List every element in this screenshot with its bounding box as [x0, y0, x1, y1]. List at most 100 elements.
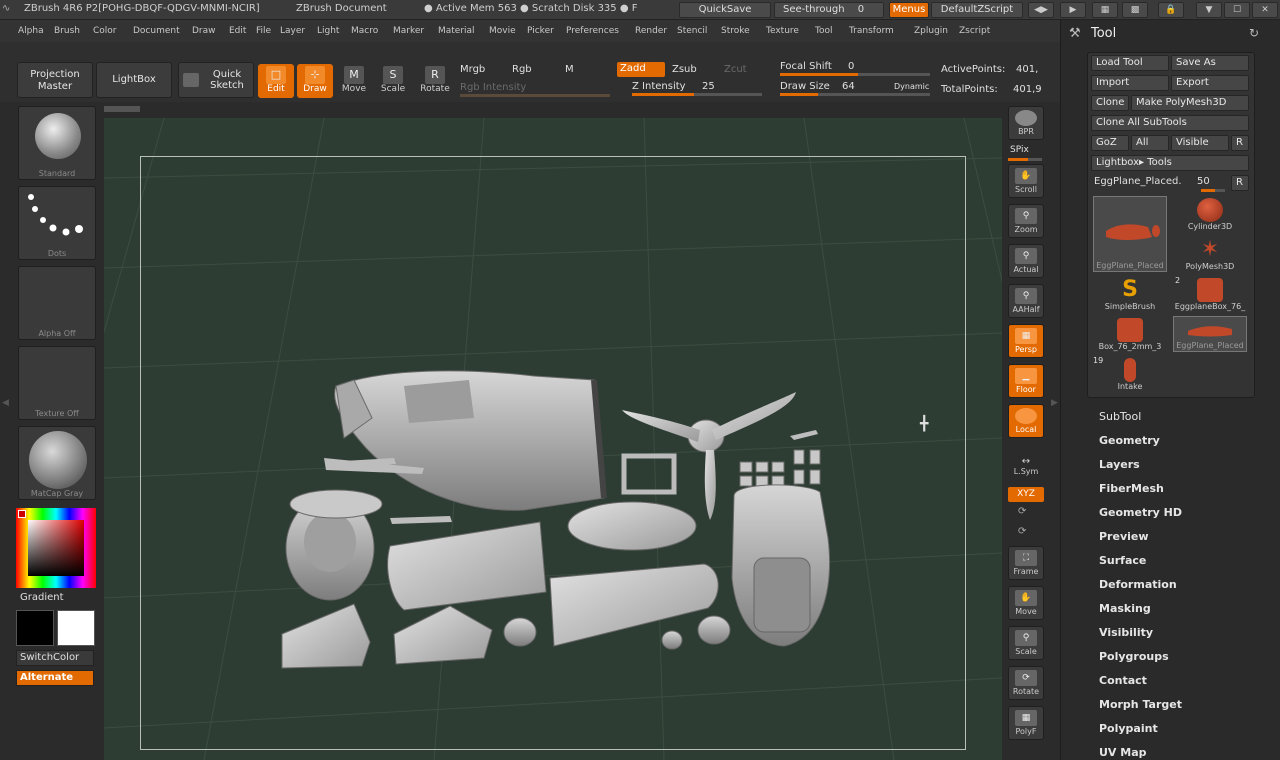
zoom-button[interactable]: ⚲ Zoom	[1008, 204, 1044, 238]
layout-icon[interactable]: ▦	[1092, 2, 1118, 18]
menu-texture[interactable]: Texture	[766, 26, 799, 36]
alternate-button[interactable]: Alternate	[16, 670, 94, 686]
clone-all-subtools-button[interactable]: Clone All SubTools	[1091, 115, 1249, 131]
menu-zplugin[interactable]: Zplugin	[914, 26, 948, 36]
alpha-selector[interactable]: Alpha Off	[18, 266, 96, 340]
make-polymesh3d-button[interactable]: Make PolyMesh3D	[1131, 95, 1249, 111]
gradient-toggle[interactable]: Gradient	[20, 592, 64, 603]
scale-mode-button[interactable]: S Scale	[375, 64, 411, 98]
color-square[interactable]	[28, 520, 84, 576]
floor-button[interactable]: ▁ Floor	[1008, 364, 1044, 398]
draw-size-slider[interactable]: Draw Size 64 Dynamic	[780, 80, 930, 96]
goz-r-button[interactable]: R	[1231, 135, 1249, 151]
move-view-button[interactable]: ✋ Move	[1008, 586, 1044, 620]
section-surface[interactable]: Surface	[1099, 554, 1146, 567]
section-polypaint[interactable]: Polypaint	[1099, 722, 1158, 735]
zcut-toggle[interactable]: Zcut	[724, 64, 747, 75]
zadd-toggle[interactable]: Zadd	[617, 62, 665, 77]
goz-all-button[interactable]: All	[1131, 135, 1169, 151]
goz-visible-button[interactable]: Visible	[1171, 135, 1229, 151]
clone-button[interactable]: Clone	[1091, 95, 1129, 111]
section-layers[interactable]: Layers	[1099, 458, 1140, 471]
bpr-button[interactable]: BPR	[1008, 106, 1044, 140]
menus-button[interactable]: Menus	[889, 2, 929, 18]
lock-icon[interactable]: 🔒	[1158, 2, 1184, 18]
projection-master-button[interactable]: Projection Master	[17, 62, 93, 98]
load-tool-button[interactable]: Load Tool	[1091, 55, 1169, 71]
default-zscript-button[interactable]: DefaultZScript	[931, 2, 1023, 18]
section-masking[interactable]: Masking	[1099, 602, 1151, 615]
menu-file[interactable]: File	[256, 26, 271, 36]
menu-transform[interactable]: Transform	[849, 26, 894, 36]
frame-button[interactable]: ⛶ Frame	[1008, 546, 1044, 580]
menu-document[interactable]: Document	[133, 26, 180, 36]
move-mode-button[interactable]: M Move	[336, 64, 372, 98]
section-polygroups[interactable]: Polygroups	[1099, 650, 1169, 663]
zsub-toggle[interactable]: Zsub	[672, 64, 697, 75]
import-button[interactable]: Import	[1091, 75, 1169, 91]
tool-thumb-box76[interactable]: Box_76_2mm_3	[1091, 318, 1169, 358]
color-picker[interactable]	[16, 508, 96, 588]
canvas-viewport[interactable]: ╋	[104, 118, 1002, 760]
section-morph-target[interactable]: Morph Target	[1099, 698, 1182, 711]
save-as-button[interactable]: Save As	[1171, 55, 1249, 71]
tool-r-button[interactable]: R	[1231, 175, 1249, 191]
section-subtool[interactable]: SubTool	[1099, 410, 1141, 423]
menu-layer[interactable]: Layer	[280, 26, 305, 36]
maximize-icon[interactable]: ☐	[1224, 2, 1250, 18]
section-geometry-hd[interactable]: Geometry HD	[1099, 506, 1182, 519]
z-intensity-slider[interactable]: Z Intensity 25	[632, 80, 762, 96]
minimize-icon[interactable]: ▼	[1196, 2, 1222, 18]
actual-button[interactable]: ⚲ Actual	[1008, 244, 1044, 278]
quicksave-button[interactable]: QuickSave	[679, 2, 771, 18]
rotate-z-icon[interactable]: ⟳	[1018, 526, 1026, 537]
edit-mode-button[interactable]: □ Edit	[258, 64, 294, 98]
tool-thumb-eggplanebox[interactable]: EggplaneBox_76_	[1171, 278, 1249, 318]
quick-sketch-button[interactable]: Quick Sketch	[178, 62, 254, 98]
mrgb-toggle[interactable]: Mrgb	[460, 64, 485, 75]
menu-material[interactable]: Material	[438, 26, 475, 36]
tool-palette-header[interactable]: ⚒ Tool ↻	[1061, 24, 1280, 46]
menu-stencil[interactable]: Stencil	[677, 26, 707, 36]
menu-picker[interactable]: Picker	[527, 26, 554, 36]
material-selector[interactable]: MatCap Gray	[18, 426, 96, 500]
lightbox-button[interactable]: LightBox	[96, 62, 172, 98]
switchcolor-button[interactable]: SwitchColor	[16, 650, 94, 666]
tool-thumb-eggplane[interactable]: EggPlane_Placed	[1093, 196, 1167, 272]
rgb-intensity-track[interactable]	[460, 94, 610, 97]
menu-zscript[interactable]: Zscript	[959, 26, 990, 36]
lsym-button[interactable]: ↔ L.Sym	[1008, 456, 1044, 480]
rotate-y-icon[interactable]: ⟳	[1018, 506, 1026, 517]
section-preview[interactable]: Preview	[1099, 530, 1149, 543]
menu-alpha[interactable]: Alpha	[18, 26, 44, 36]
section-geometry[interactable]: Geometry	[1099, 434, 1160, 447]
stroke-selector[interactable]: Dots	[18, 186, 96, 260]
see-through-slider[interactable]: See-through 0	[774, 2, 884, 18]
section-uv-map[interactable]: UV Map	[1099, 746, 1147, 759]
goz-button[interactable]: GoZ	[1091, 135, 1129, 151]
tool-thumb-eggplane-placed[interactable]: EggPlane_Placed	[1173, 316, 1247, 352]
menu-brush[interactable]: Brush	[54, 26, 80, 36]
spix-slider[interactable]: SPix	[1010, 145, 1029, 155]
menu-stroke[interactable]: Stroke	[721, 26, 750, 36]
section-fibermesh[interactable]: FiberMesh	[1099, 482, 1164, 495]
tool-thumb-simplebrush[interactable]: S SimpleBrush	[1091, 278, 1169, 318]
draw-mode-button[interactable]: ⊹ Draw	[297, 64, 333, 98]
menu-preferences[interactable]: Preferences	[566, 26, 619, 36]
menu-marker[interactable]: Marker	[393, 26, 424, 36]
perspective-button[interactable]: ▦ Persp	[1008, 324, 1044, 358]
hide-panels-icon[interactable]: ◀▶	[1028, 2, 1054, 18]
refresh-icon[interactable]: ↻	[1249, 26, 1259, 40]
section-deformation[interactable]: Deformation	[1099, 578, 1177, 591]
left-tray-arrow-icon[interactable]: ◀	[2, 398, 9, 408]
menu-edit[interactable]: Edit	[229, 26, 246, 36]
menu-light[interactable]: Light	[317, 26, 339, 36]
secondary-color-swatch[interactable]	[57, 610, 95, 646]
spix-track[interactable]	[1008, 158, 1042, 161]
tool-thumb-polymesh3d[interactable]: ✶ PolyMesh3D	[1171, 238, 1249, 278]
menu-tool[interactable]: Tool	[815, 26, 832, 36]
main-color-swatch[interactable]	[16, 610, 54, 646]
menu-draw[interactable]: Draw	[192, 26, 216, 36]
rotate-mode-button[interactable]: R Rotate	[417, 64, 453, 98]
export-button[interactable]: Export	[1171, 75, 1249, 91]
